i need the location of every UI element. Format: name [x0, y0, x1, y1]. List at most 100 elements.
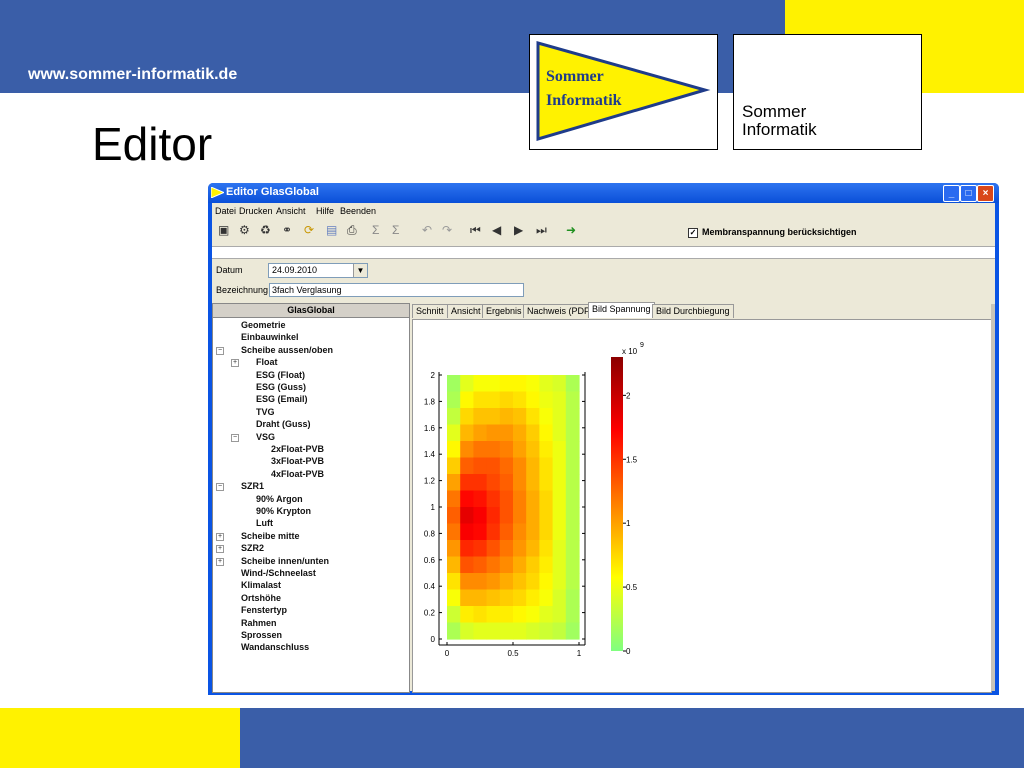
- expand-icon[interactable]: +: [216, 557, 224, 566]
- heatmap-cell: [473, 441, 488, 459]
- sum-icon[interactable]: Σ: [372, 223, 379, 237]
- heatmap-cell: [473, 606, 488, 624]
- expand-icon[interactable]: +: [216, 545, 224, 554]
- heatmap-cell: [486, 540, 501, 558]
- heatmap-cell: [513, 441, 527, 459]
- tree-item[interactable]: 3xFloat-PVB: [271, 456, 324, 466]
- tab-ansicht[interactable]: Ansicht: [447, 304, 485, 318]
- redo-icon[interactable]: ↷: [442, 223, 452, 237]
- tree-item[interactable]: VSG: [256, 432, 275, 442]
- window-titlebar[interactable]: Editor GlasGlobal _ □ ×: [208, 183, 999, 203]
- tree-item[interactable]: Wandanschluss: [241, 642, 309, 652]
- sum-fem-icon[interactable]: Σ: [392, 223, 399, 237]
- y-tick-label: 0.8: [424, 529, 436, 538]
- heatmap-cell: [473, 523, 488, 541]
- heatmap-cell: [513, 622, 527, 640]
- collapse-icon[interactable]: −: [231, 433, 239, 442]
- menu-ansicht[interactable]: Ansicht: [276, 206, 306, 216]
- menu-beenden[interactable]: Beenden: [340, 206, 376, 216]
- tree-item[interactable]: 90% Argon: [256, 494, 303, 504]
- bezeichnung-field[interactable]: 3fach Verglasung: [269, 283, 524, 297]
- prev-icon[interactable]: ◀: [492, 223, 501, 237]
- next-icon[interactable]: ▶: [514, 223, 523, 237]
- new-doc-icon[interactable]: ▣: [218, 223, 229, 237]
- heatmap-cell: [526, 589, 540, 607]
- close-button[interactable]: ×: [977, 185, 994, 202]
- tree-item[interactable]: Luft: [256, 518, 273, 528]
- tab-nachweis-pdf[interactable]: Nachweis (PDF): [523, 304, 597, 318]
- settings-icon[interactable]: ⚙: [239, 223, 250, 237]
- save-icon[interactable]: ▤: [326, 223, 337, 237]
- collapse-icon[interactable]: −: [216, 346, 224, 355]
- tree-item[interactable]: Klimalast: [241, 580, 281, 590]
- tree-item[interactable]: Ortshöhe: [241, 593, 281, 603]
- heatmap-cell: [513, 540, 527, 558]
- tree-item[interactable]: Float: [256, 357, 278, 367]
- first-icon[interactable]: ⏮: [470, 223, 481, 238]
- x-tick-label: 1: [577, 649, 582, 658]
- expand-icon[interactable]: +: [231, 359, 239, 368]
- tree-item[interactable]: 4xFloat-PVB: [271, 469, 324, 479]
- tree-item[interactable]: Geometrie: [241, 320, 286, 330]
- heatmap-cell: [499, 474, 514, 492]
- tree-item[interactable]: Fenstertyp: [241, 605, 287, 615]
- print-icon[interactable]: ⎙: [347, 223, 357, 238]
- tab-bild-durchbiegung[interactable]: Bild Durchbiegung: [652, 304, 734, 318]
- heatmap-cell: [513, 490, 527, 508]
- tree-item[interactable]: Wind-/Schneelast: [241, 568, 316, 578]
- heatmap-cell: [486, 507, 501, 525]
- y-tick-label: 0.4: [424, 582, 436, 591]
- expand-icon[interactable]: +: [216, 532, 224, 541]
- tree-item[interactable]: SZR2: [241, 543, 264, 553]
- menu-datei[interactable]: Datei: [215, 206, 236, 216]
- refresh-icon[interactable]: ⟳: [304, 223, 314, 237]
- tree-item[interactable]: ESG (Email): [256, 394, 308, 404]
- tab-ergebnis[interactable]: Ergebnis: [482, 304, 526, 318]
- minimize-button[interactable]: _: [943, 185, 960, 202]
- last-icon[interactable]: ⏭: [536, 223, 547, 238]
- trash-icon[interactable]: ♻: [260, 223, 271, 237]
- tree-item[interactable]: Sprossen: [241, 630, 282, 640]
- undo-icon[interactable]: ↶: [422, 223, 432, 237]
- collapse-icon[interactable]: −: [216, 483, 224, 492]
- tree-item[interactable]: Scheibe innen/unten: [241, 556, 329, 566]
- heatmap-cell: [513, 573, 527, 591]
- status-strip: [212, 246, 995, 259]
- heatmap-cell: [499, 408, 514, 426]
- heatmap-cell: [539, 589, 554, 607]
- heatmap-cell: [526, 441, 540, 459]
- heatmap-cell: [539, 556, 554, 574]
- colorbar-tick-label: 0.5: [626, 583, 638, 592]
- tree-item[interactable]: SZR1: [241, 481, 264, 491]
- tree-item[interactable]: 2xFloat-PVB: [271, 444, 324, 454]
- tree-item[interactable]: Draht (Guss): [256, 419, 311, 429]
- exit-icon[interactable]: ➜: [566, 223, 576, 237]
- y-tick-label: 1.8: [424, 397, 436, 406]
- tree-item[interactable]: Rahmen: [241, 618, 277, 628]
- menu-hilfe[interactable]: Hilfe: [316, 206, 334, 216]
- tree-item[interactable]: ESG (Guss): [256, 382, 306, 392]
- chevron-down-icon[interactable]: ▼: [353, 264, 367, 277]
- heatmap-cell: [473, 540, 488, 558]
- datum-combobox[interactable]: 24.09.2010 ▼: [268, 263, 368, 278]
- y-tick-label: 1.4: [424, 450, 436, 459]
- menu-drucken[interactable]: Drucken: [239, 206, 273, 216]
- window-title: Editor GlasGlobal: [226, 186, 319, 198]
- tree-item[interactable]: ESG (Float): [256, 370, 305, 380]
- heatmap-cell: [460, 556, 474, 574]
- tree-item[interactable]: Scheibe aussen/oben: [241, 345, 333, 355]
- heatmap-cell: [447, 391, 461, 409]
- stress-image-panel: 0 0.2 0.4 0.6 0.8 1 1.2 1.4 1.6 1.8 2 0 0.5 1 0 0.5 1 1.5…: [412, 319, 992, 693]
- heatmap-cell: [499, 573, 514, 591]
- tree-item[interactable]: 90% Krypton: [256, 506, 311, 516]
- tree-item[interactable]: Scheibe mitte: [241, 531, 300, 541]
- tab-bild-spannung[interactable]: Bild Spannung: [588, 302, 655, 318]
- tree-item[interactable]: Einbauwinkel: [241, 332, 299, 342]
- tree-item[interactable]: TVG: [256, 407, 275, 417]
- maximize-button[interactable]: □: [960, 185, 977, 202]
- binoculars-icon[interactable]: ⚭: [282, 223, 292, 237]
- heatmap-cell: [486, 457, 501, 475]
- membranspannung-checkbox[interactable]: ✓ Membranspannung berücksichtigen: [688, 227, 857, 238]
- vertical-scrollbar[interactable]: [991, 304, 995, 691]
- tab-schnitt[interactable]: Schnitt: [412, 304, 448, 318]
